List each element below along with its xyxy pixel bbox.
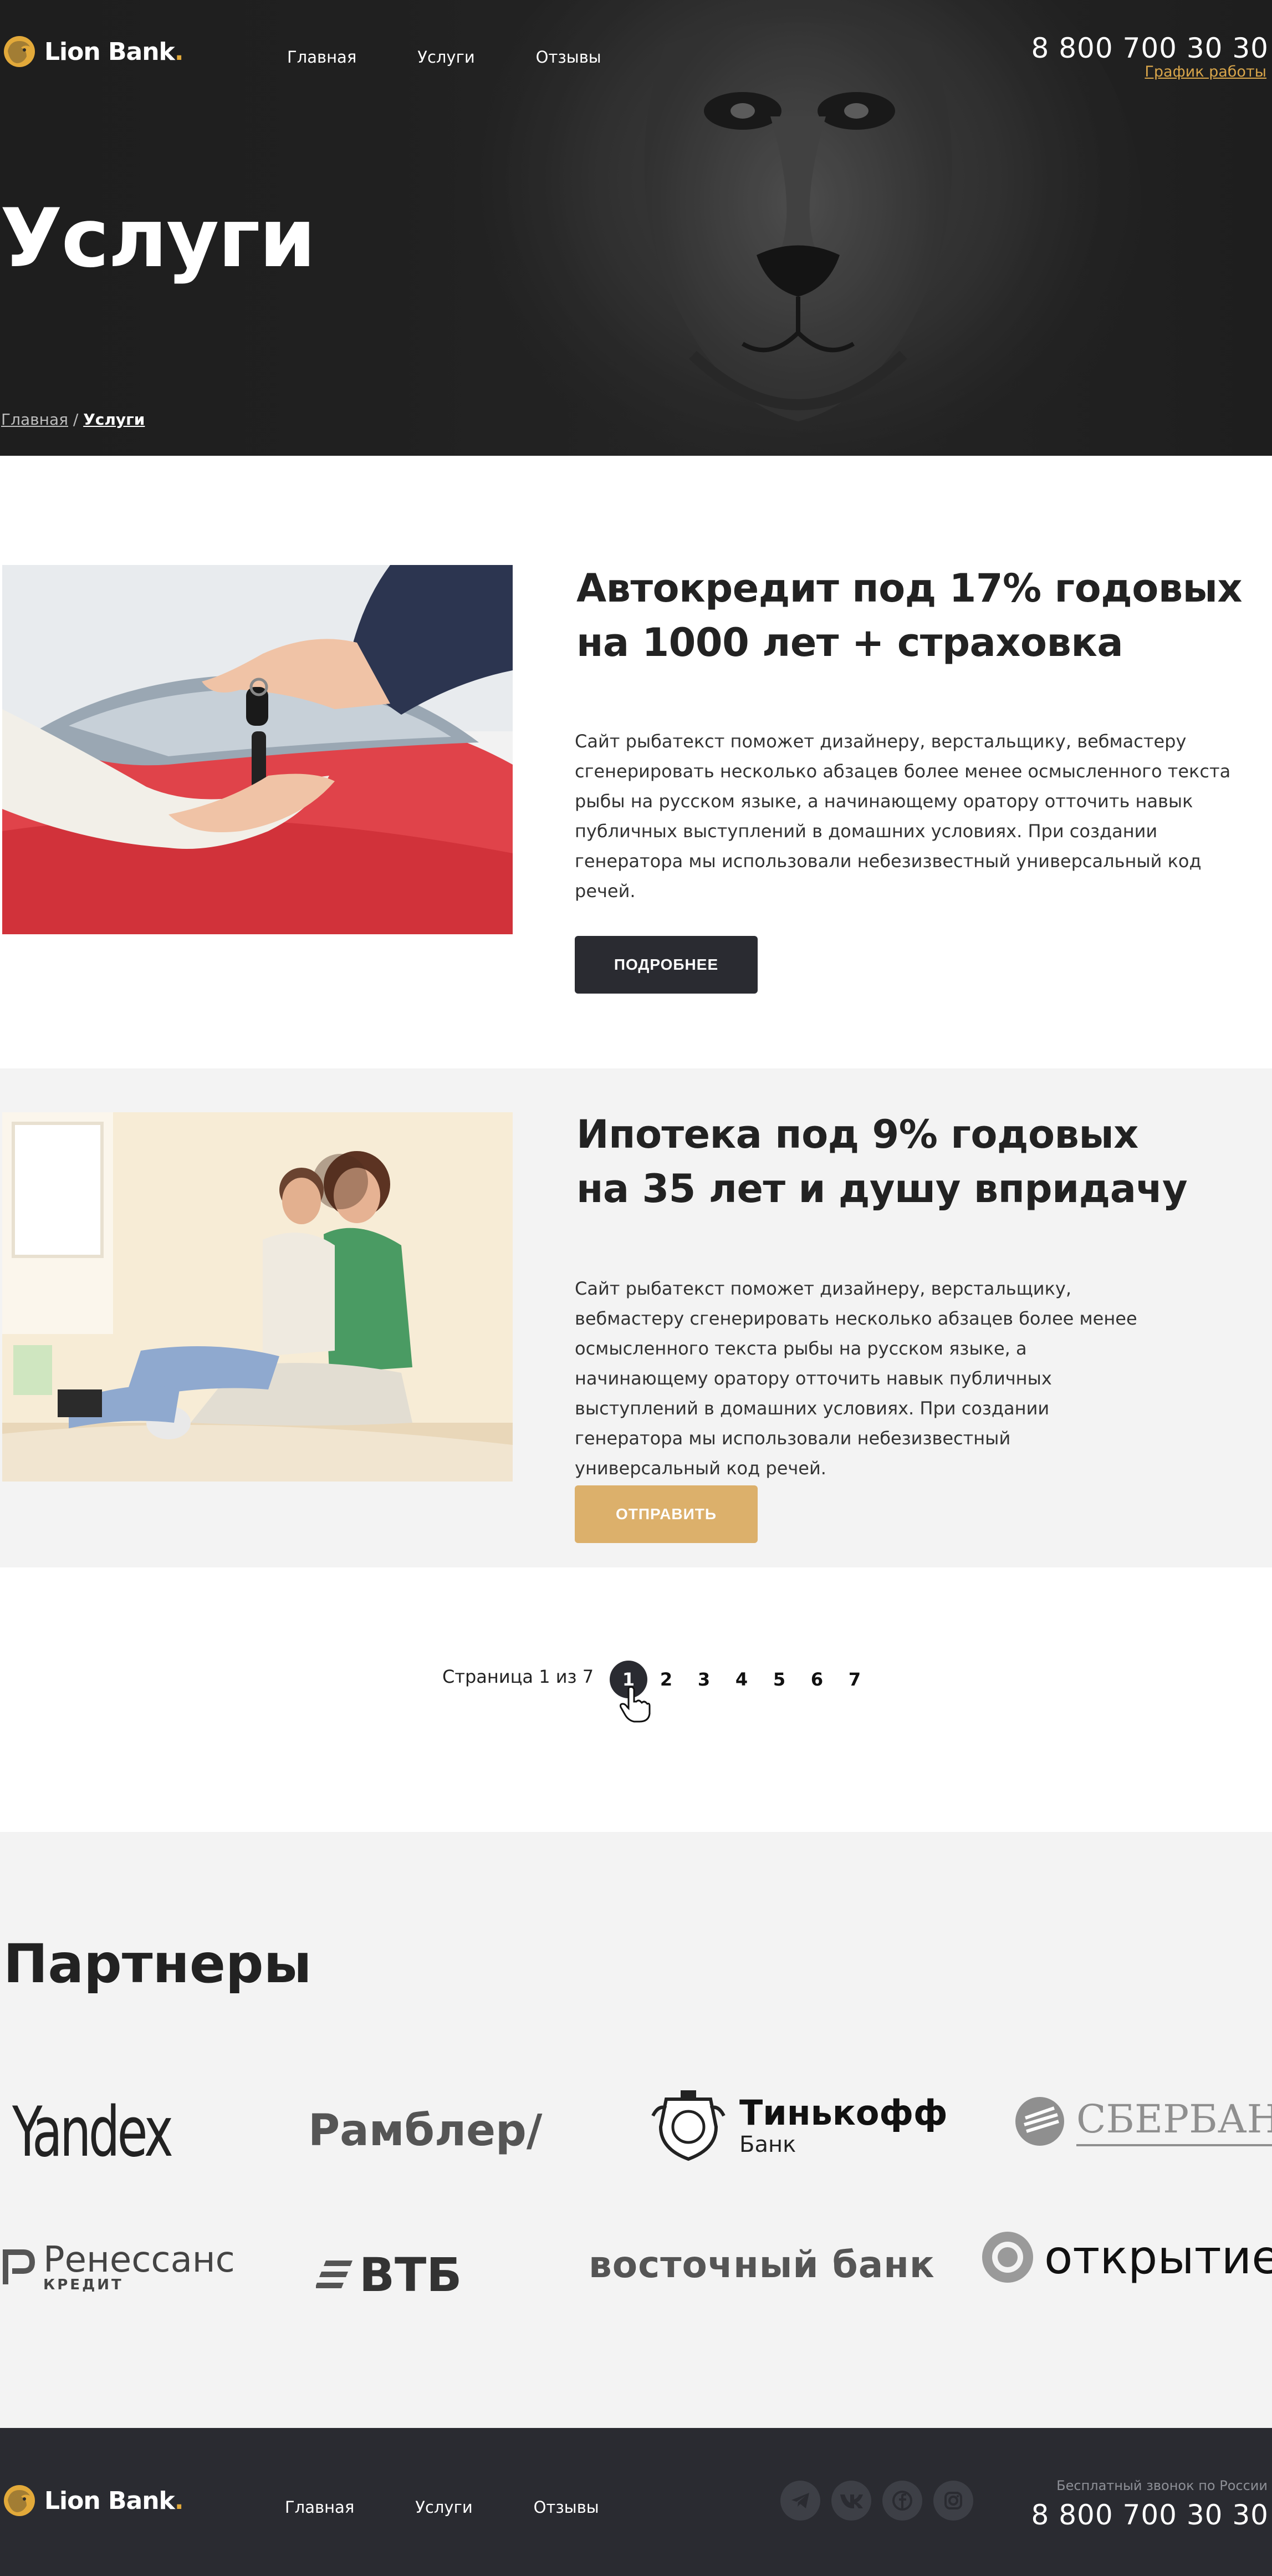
lion-logo-icon: [4, 2485, 35, 2516]
schedule-link[interactable]: График работы: [1145, 63, 1266, 80]
header-phone[interactable]: 8 800 700 30 30: [1031, 32, 1269, 64]
hero-section: Lion Bank. Главная Услуги Отзывы 8 800 7…: [0, 0, 1272, 456]
partner-logo-otkritie[interactable]: открытие: [981, 2230, 1272, 2284]
rambler-wordmark: Рамблер/: [308, 2106, 543, 2156]
partner-logo-rambler[interactable]: Рамблер/: [308, 2106, 542, 2156]
page-7[interactable]: 7: [836, 1661, 873, 1698]
nav-link-reviews[interactable]: Отзывы: [536, 48, 601, 67]
breadcrumb-home[interactable]: Главная: [1, 410, 68, 429]
page-5[interactable]: 5: [760, 1661, 798, 1698]
footer-nav-link-home[interactable]: Главная: [285, 2498, 354, 2517]
pagination-info: Страница 1 из 7: [442, 1666, 594, 1687]
breadcrumb-current: Услуги: [83, 410, 145, 429]
social-links: [780, 2481, 973, 2521]
page-3[interactable]: 3: [685, 1661, 723, 1698]
footer-phone[interactable]: 8 800 700 30 30: [1031, 2499, 1269, 2531]
logo-dot: .: [174, 37, 184, 66]
service-title-line-1: Ипотека под 9% годовых: [576, 1112, 1138, 1157]
logo-text: Lion Bank: [44, 2486, 175, 2515]
service-card-autocredit: Автокредит под 17% годовых на 1000 лет +…: [0, 456, 1272, 1068]
nav-link-services[interactable]: Услуги: [417, 48, 474, 67]
tinkoff-subtitle: Банк: [739, 2132, 796, 2157]
renaissance-subtitle: КРЕДИТ: [43, 2277, 124, 2293]
footer: Lion Bank. Главная Услуги Отзывы Бесплат…: [0, 2428, 1272, 2576]
service-title: Автокредит под 17% годовых на 1000 лет +…: [576, 561, 1243, 670]
breadcrumb-separator: /: [68, 410, 84, 429]
couple-image: [2, 1112, 513, 1482]
footer-logo[interactable]: Lion Bank.: [2, 2483, 184, 2518]
tinkoff-wordmark: Тинькофф: [739, 2093, 948, 2133]
service-card-mortgage: Ипотека под 9% годовых на 35 лет и душу …: [0, 1068, 1272, 1567]
page-6[interactable]: 6: [798, 1661, 836, 1698]
partner-logo-yandex[interactable]: Yandex: [12, 2093, 210, 2172]
free-call-note: Бесплатный звонок по России: [1056, 2478, 1268, 2493]
service-description: Сайт рыбатекст поможет дизайнеру, верста…: [575, 1278, 1137, 1479]
instagram-icon[interactable]: [933, 2481, 973, 2521]
telegram-icon[interactable]: [780, 2481, 820, 2521]
page-title: Услуги: [0, 191, 316, 286]
partners-section: Партнеры Yandex Рамблер/ Тинькофф Банк С…: [0, 1832, 1272, 2428]
logo-dot: .: [174, 2486, 184, 2515]
service-title-line-2: на 1000 лет + страховка: [576, 620, 1123, 665]
renaissance-wordmark: Ренессанс: [43, 2239, 235, 2280]
details-button[interactable]: ПОДРОБНЕЕ: [575, 936, 758, 994]
page-2[interactable]: 2: [647, 1661, 685, 1698]
header-nav: Главная Услуги Отзывы: [287, 48, 601, 67]
footer-nav-link-services[interactable]: Услуги: [415, 2498, 472, 2517]
logo-text: Lion Bank: [44, 37, 175, 66]
footer-nav: Главная Услуги Отзывы: [285, 2498, 599, 2517]
page-4[interactable]: 4: [723, 1661, 760, 1698]
send-button[interactable]: ОТПРАВИТЬ: [575, 1485, 758, 1543]
tinkoff-emblem-icon: [651, 2090, 726, 2161]
facebook-icon[interactable]: [882, 2481, 922, 2521]
pagination: Страница 1 из 7 1 2 3 4 5 6 7: [0, 1567, 1272, 1832]
header-logo[interactable]: Lion Bank.: [2, 34, 184, 69]
vtb-stripes-icon: [316, 2261, 353, 2288]
vtb-wordmark: ВТБ: [359, 2248, 462, 2302]
partners-title: Партнеры: [3, 1933, 312, 1995]
sber-wordmark: СБЕРБАНК: [1076, 2096, 1272, 2146]
partner-logo-sber[interactable]: СБЕРБАНК: [1014, 2096, 1272, 2147]
sber-emblem-icon: [1015, 2097, 1064, 2146]
lion-logo-icon: [4, 36, 35, 67]
otkritie-wordmark: открытие: [1044, 2230, 1272, 2284]
partner-logo-renaissance[interactable]: Ренессанс КРЕДИТ: [1, 2242, 235, 2292]
service-title: Ипотека под 9% годовых на 35 лет и душу …: [576, 1107, 1188, 1216]
hand-cursor-icon: [620, 1686, 651, 1723]
vostochny-wordmark: восточный банк: [589, 2243, 935, 2286]
vk-icon[interactable]: [831, 2481, 871, 2521]
otkritie-emblem-icon: [982, 2232, 1033, 2283]
yandex-wordmark: Yandex: [12, 2093, 173, 2172]
car-keys-image: [2, 565, 513, 934]
service-description: Сайт рыбатекст поможет дизайнеру, верста…: [575, 731, 1231, 902]
breadcrumb: Главная / Услуги: [1, 410, 145, 429]
service-title-line-2: на 35 лет и душу впридачу: [576, 1166, 1188, 1211]
partner-logo-tinkoff[interactable]: Тинькофф Банк: [647, 2088, 947, 2163]
service-title-line-1: Автокредит под 17% годовых: [576, 566, 1243, 611]
nav-link-home[interactable]: Главная: [287, 48, 356, 67]
renaissance-emblem-icon: [3, 2249, 35, 2284]
footer-nav-link-reviews[interactable]: Отзывы: [534, 2498, 599, 2517]
partner-logo-vostochny[interactable]: восточный банк: [589, 2243, 935, 2286]
partner-logo-vtb[interactable]: ВТБ: [316, 2248, 462, 2302]
